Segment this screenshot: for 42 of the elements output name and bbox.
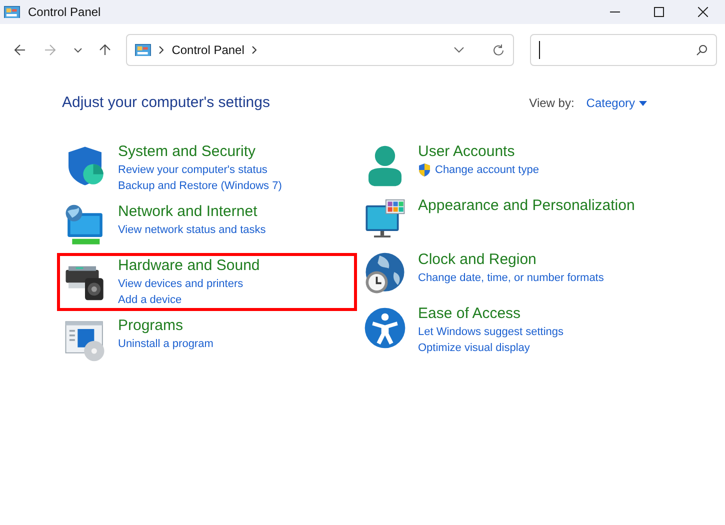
category-title-link[interactable]: System and Security (118, 142, 282, 162)
task-link[interactable]: Uninstall a program (118, 336, 214, 352)
dropdown-icon (454, 47, 464, 53)
category-title-link[interactable]: Clock and Region (418, 250, 604, 270)
chevron-icon (252, 46, 258, 54)
close-icon (698, 7, 708, 17)
address-bar[interactable]: Control Panel (126, 34, 514, 66)
refresh-icon (492, 44, 505, 56)
accessibility-icon (363, 306, 407, 350)
task-link[interactable]: Review your computer's status (118, 162, 268, 178)
task-link[interactable]: Change date, time, or number formats (418, 270, 604, 286)
task-link[interactable]: Let Windows suggest settings (418, 324, 564, 340)
control-panel-icon (4, 6, 20, 18)
breadcrumb[interactable]: Control Panel (172, 41, 244, 59)
chevron-icon (158, 46, 164, 54)
view-by-dropdown[interactable]: Category (586, 94, 647, 112)
category-title-link[interactable]: Programs (118, 316, 214, 336)
category-title-link[interactable]: User Accounts (418, 142, 539, 162)
task-link[interactable]: Add a device (118, 292, 182, 308)
view-by-label: View by: (529, 95, 574, 112)
category-title-link[interactable]: Ease of Access (418, 304, 564, 324)
minimize-icon (610, 11, 620, 13)
maximize-icon (654, 7, 664, 17)
forward-arrow-icon (44, 44, 56, 56)
category-title-link[interactable]: Appearance and Personalization (418, 196, 635, 216)
caret-icon (639, 100, 647, 106)
task-link[interactable]: View network status and tasks (118, 222, 266, 238)
globe-clock-icon (363, 252, 407, 296)
category-title-link[interactable]: Hardware and Sound (118, 256, 260, 276)
chevron-down-icon (74, 48, 82, 52)
task-link[interactable]: Change account type (435, 162, 539, 178)
up-arrow-icon (98, 44, 111, 56)
task-link[interactable]: Backup and Restore (Windows 7) (118, 178, 282, 194)
task-link[interactable]: Optimize visual display (418, 340, 530, 356)
back-arrow-icon (14, 44, 26, 56)
search-field[interactable] (530, 34, 717, 66)
control-panel-icon (134, 44, 151, 56)
category-title-link[interactable]: Network and Internet (118, 202, 266, 222)
window-title: Control Panel (28, 4, 101, 21)
search-icon (696, 44, 708, 56)
task-link[interactable]: View devices and printers (118, 276, 244, 292)
page-heading: Adjust your computer's settings (62, 93, 270, 113)
